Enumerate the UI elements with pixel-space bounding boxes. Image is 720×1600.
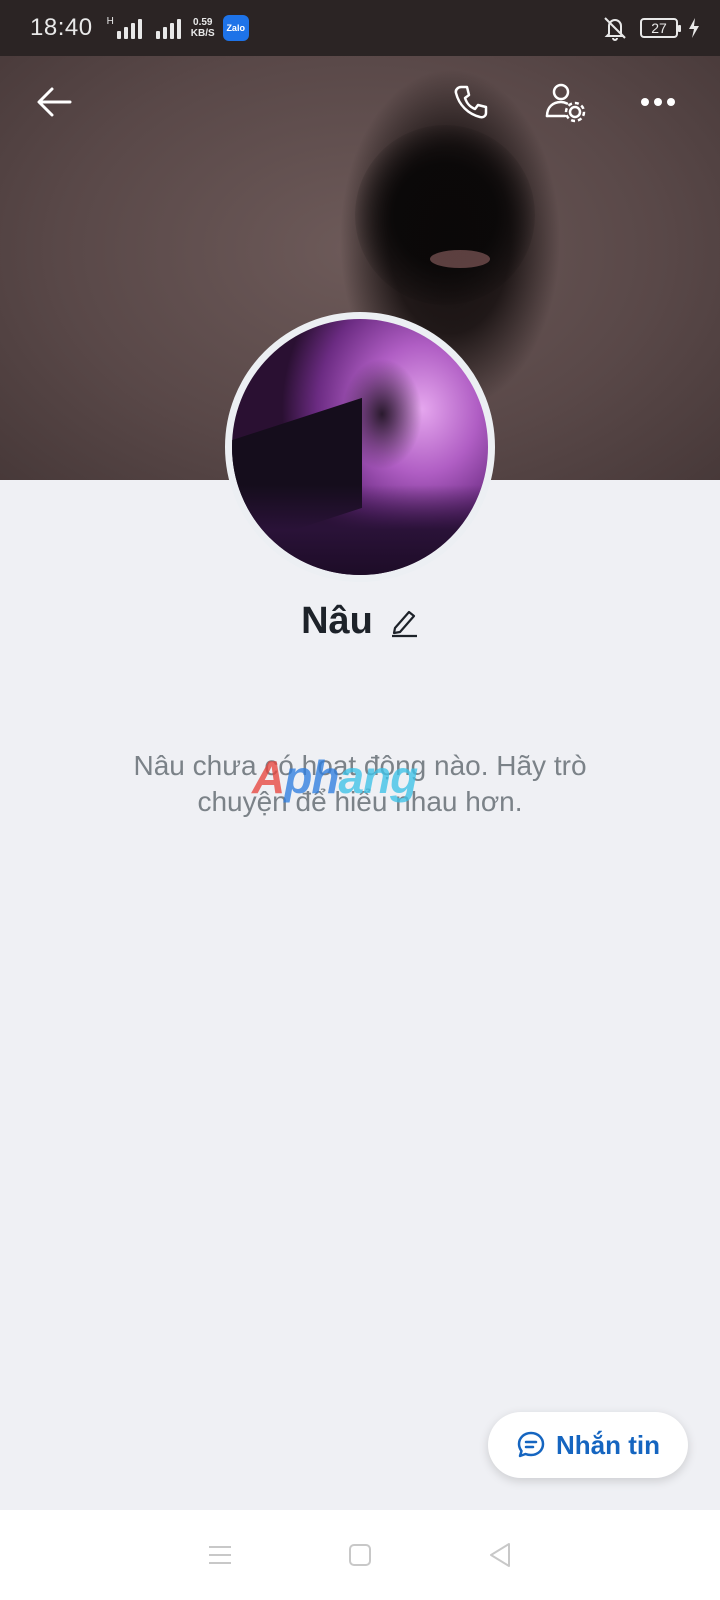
cover-figure: [355, 125, 535, 305]
back-nav-button[interactable]: [480, 1535, 520, 1575]
system-nav-bar: [0, 1510, 720, 1600]
status-bar: 18:40 H 0.59 KB/S Zalo 27: [0, 0, 720, 56]
cover-detail: [430, 250, 490, 268]
battery-level: 27: [651, 20, 667, 36]
menu-icon: [209, 1546, 231, 1564]
network-type: H: [106, 16, 114, 27]
avatar[interactable]: [225, 312, 495, 582]
profile-settings-button[interactable]: [535, 72, 595, 132]
battery-icon: 27: [640, 18, 681, 38]
net-speed-value: 0.59: [193, 17, 213, 28]
empty-activity-message: Nâu chưa có hoạt động nào. Hãy trò chuyệ…: [133, 750, 587, 817]
net-speed-unit: KB/S: [190, 28, 215, 39]
chat-bubble-icon: [517, 1431, 545, 1458]
profile-name: Nâu: [301, 600, 373, 642]
more-options-button[interactable]: [628, 72, 688, 132]
net-speed: 0.59 KB/S: [191, 17, 215, 39]
call-button[interactable]: [441, 72, 501, 132]
send-message-label: Nhắn tin: [556, 1429, 660, 1460]
charging-icon: [689, 18, 699, 38]
pencil-icon[interactable]: [389, 606, 419, 638]
home-button[interactable]: [340, 1535, 380, 1575]
signal-strength-icon: H: [107, 17, 142, 39]
status-right: 27: [600, 14, 700, 42]
zalo-app-icon: Zalo: [222, 15, 249, 41]
more-horizontal-icon: [641, 98, 675, 106]
status-time: 18:40: [30, 14, 93, 41]
profile-name-row: Nâu: [0, 600, 720, 643]
send-message-button[interactable]: Nhắn tin: [488, 1412, 688, 1478]
signal-strength-icon-2: [155, 17, 181, 39]
triangle-back-icon: [490, 1543, 510, 1567]
avatar-detail-floor: [232, 485, 488, 575]
recent-apps-button[interactable]: [200, 1535, 240, 1575]
back-button[interactable]: [24, 72, 84, 132]
phone-icon: [454, 85, 488, 119]
square-icon: [349, 1544, 371, 1566]
user-settings-icon: [545, 83, 586, 123]
arrow-left-icon: [37, 87, 72, 117]
vibrate-mute-icon: [604, 17, 626, 41]
